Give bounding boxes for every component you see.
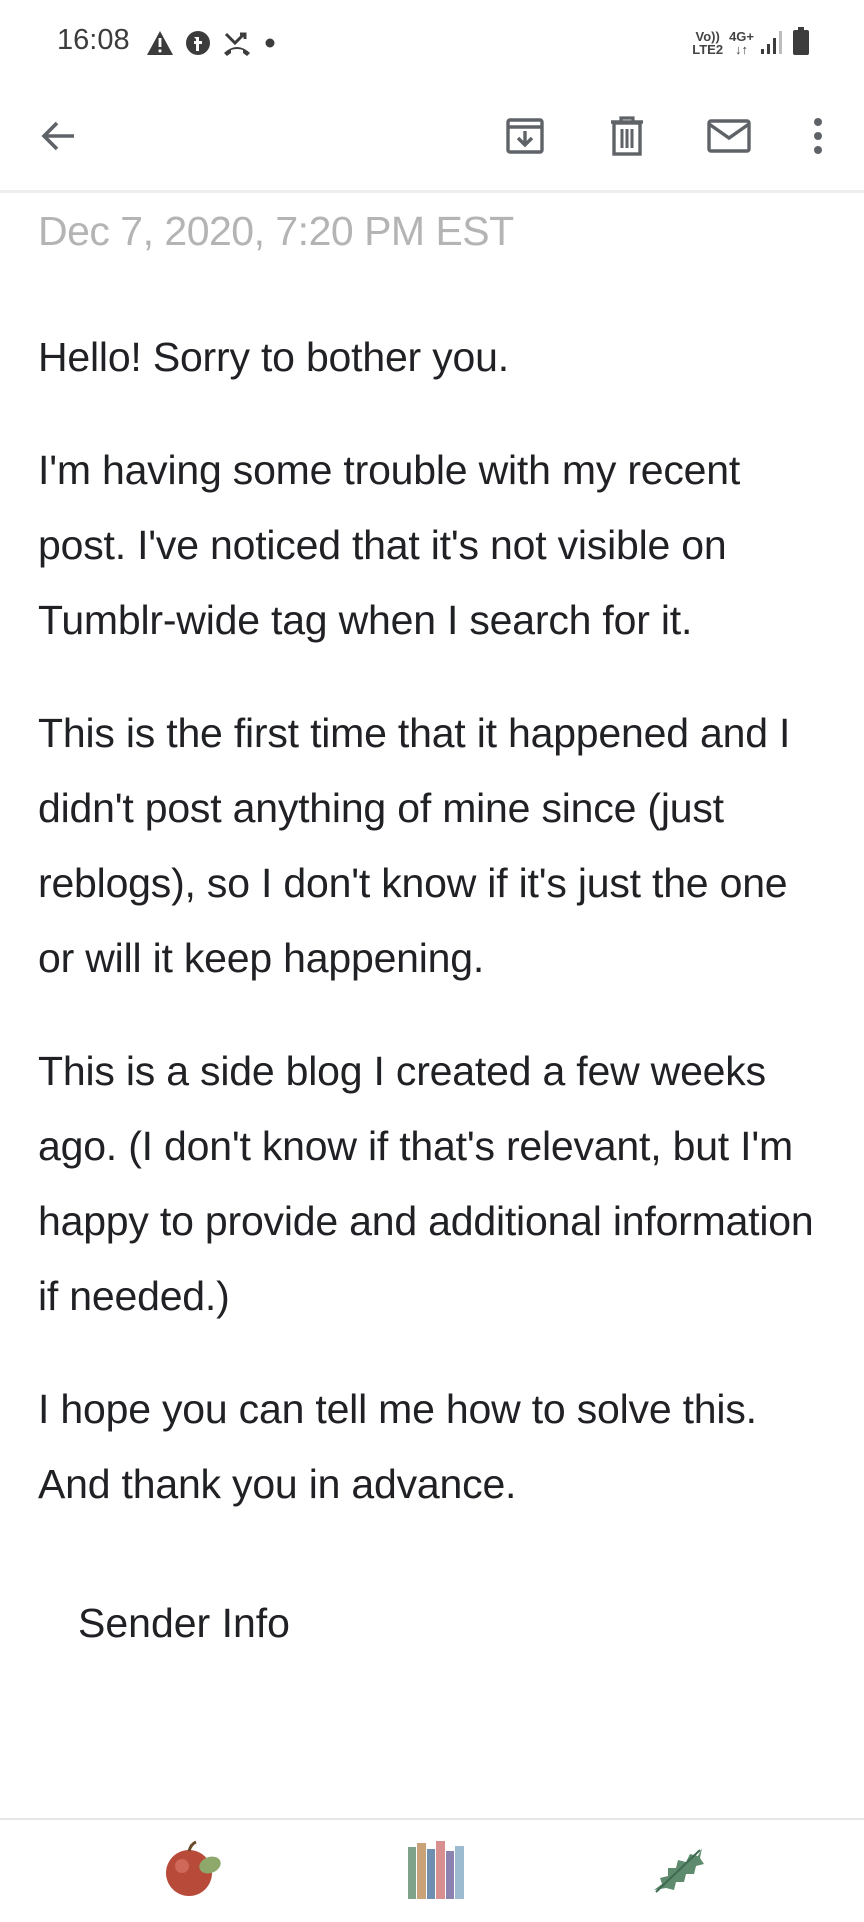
network-indicator: 4G+ ↓↑ [729, 30, 754, 56]
missed-call-icon [222, 29, 252, 57]
dot-icon [262, 35, 278, 51]
nav-item-books[interactable] [398, 1834, 474, 1910]
sender-info-heading[interactable]: Sender Info [78, 1600, 290, 1647]
arrow-left-icon [38, 116, 78, 161]
volte-indicator: Vo)) LTE2 [692, 30, 723, 56]
status-icons-left [146, 26, 278, 60]
back-button[interactable] [26, 106, 90, 170]
status-time: 16:08 [57, 24, 130, 56]
delete-button[interactable] [595, 106, 659, 170]
battery-icon [792, 26, 810, 61]
messenger-icon [184, 29, 212, 57]
message-paragraph: This is the first time that it happened … [38, 710, 791, 981]
trash-icon [608, 115, 646, 162]
message-paragraph: Hello! Sorry to bother you. [38, 334, 509, 380]
books-icon [404, 1837, 468, 1908]
warning-icon [146, 30, 174, 56]
archive-icon [504, 115, 546, 162]
bottom-nav [0, 1818, 864, 1922]
message-toolbar [0, 88, 864, 193]
archive-button[interactable] [493, 106, 557, 170]
lte-label: LTE2 [692, 42, 724, 57]
message-date: Dec 7, 2020, 7:20 PM EST [38, 208, 514, 254]
status-bar: 16:08 Vo)) LTE2 4G+ ↓↑ [0, 0, 864, 88]
message-body: Hello! Sorry to bother you. I'm having s… [38, 320, 828, 1560]
status-icons-right: Vo)) LTE2 4G+ ↓↑ [692, 24, 810, 62]
message-paragraph: This is a side blog I created a few week… [38, 1048, 814, 1319]
nav-item-holly[interactable] [640, 1834, 716, 1910]
mark-unread-button[interactable] [697, 106, 761, 170]
message-paragraph: I hope you can tell me how to solve this… [38, 1386, 757, 1507]
more-vert-icon [811, 116, 825, 161]
holly-leaf-icon [646, 1838, 710, 1907]
message-paragraph: I'm having some trouble with my recent p… [38, 447, 741, 643]
network-activity-label: ↓↑ [735, 42, 749, 57]
more-options-button[interactable] [786, 106, 850, 170]
signal-icon [760, 27, 786, 60]
mail-icon [706, 118, 752, 159]
nav-item-apple[interactable] [156, 1834, 232, 1910]
apple-icon [161, 1837, 227, 1908]
